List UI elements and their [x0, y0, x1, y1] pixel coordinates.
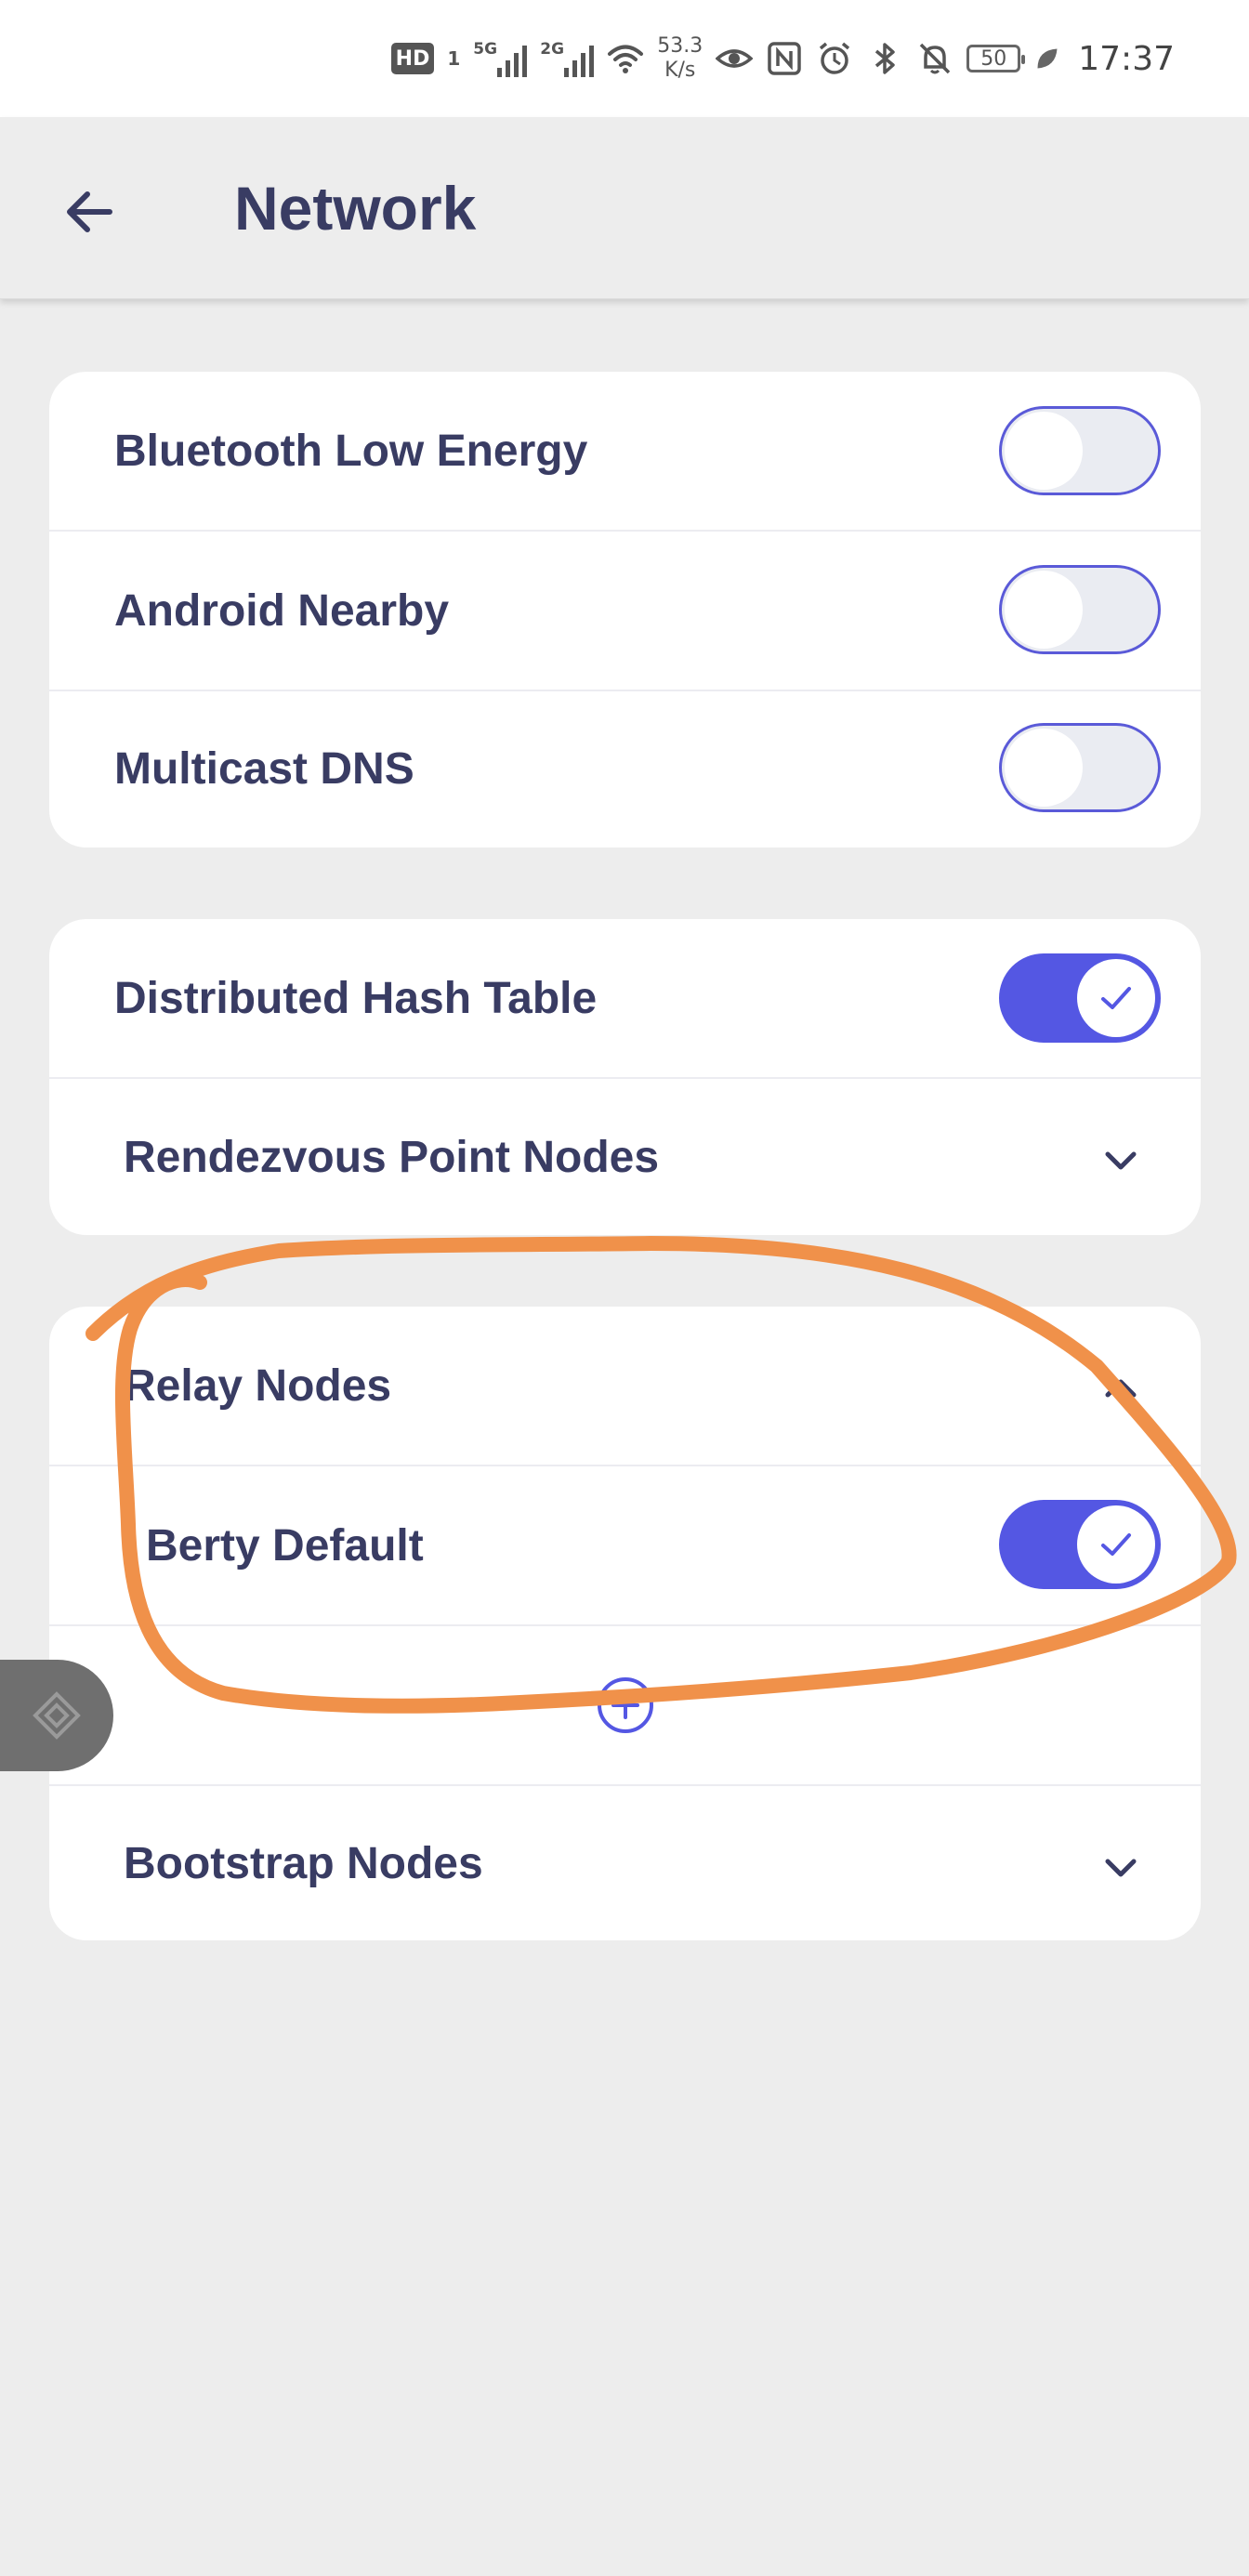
berty-default-label: Berty Default [146, 1520, 424, 1571]
sim-slot-label: 1 [447, 47, 461, 70]
berty-default-toggle[interactable] [999, 1500, 1161, 1589]
network-speed-value: 53.3 [657, 34, 703, 58]
network-speed: 53.3 K/s [657, 34, 703, 83]
status-bar: HD 1 5G 2G 53.3 K/s 50 17:37 [0, 0, 1249, 117]
status-time: 17:37 [1078, 39, 1175, 78]
bluetooth-icon [875, 43, 895, 74]
chevron-down-icon[interactable] [1095, 1842, 1147, 1894]
bootstrap-nodes-label: Bootstrap Nodes [124, 1838, 483, 1888]
relay-nodes-row[interactable]: Relay Nodes [49, 1307, 1201, 1465]
transports-card: Bluetooth Low Energy Android Nearby Mult… [49, 372, 1201, 848]
nfc-icon [768, 42, 801, 75]
relay-card: Relay Nodes Berty Default Bootstrap Node… [49, 1307, 1201, 1940]
hd-icon: HD [390, 43, 435, 74]
ble-toggle[interactable] [999, 406, 1161, 495]
android-nearby-row: Android Nearby [49, 530, 1201, 690]
toggle-knob [1005, 729, 1083, 807]
android-nearby-toggle[interactable] [999, 565, 1161, 654]
add-relay-row [49, 1624, 1201, 1784]
mdns-label: Multicast DNS [114, 743, 414, 794]
screen: HD 1 5G 2G 53.3 K/s 50 17:37 Network Blu… [0, 0, 1249, 2576]
bootstrap-nodes-row[interactable]: Bootstrap Nodes [49, 1784, 1201, 1940]
berty-default-row: Berty Default [49, 1465, 1201, 1624]
alarm-icon [820, 42, 850, 74]
eye-icon [716, 49, 754, 68]
wifi-icon [608, 45, 644, 73]
check-icon [1101, 987, 1131, 1009]
rendezvous-label: Rendezvous Point Nodes [124, 1132, 660, 1182]
dht-card: Distributed Hash Table Rendezvous Point … [49, 919, 1201, 1235]
bell-off-icon [920, 43, 951, 74]
toggle-knob [1005, 412, 1083, 490]
battery-icon: 50 [966, 45, 1026, 72]
toggle-knob [1005, 571, 1083, 649]
toggle-knob [1077, 1505, 1155, 1584]
rendezvous-row[interactable]: Rendezvous Point Nodes [49, 1077, 1201, 1235]
toggle-knob [1077, 959, 1155, 1037]
mdns-toggle[interactable] [999, 723, 1161, 812]
check-icon [1101, 1533, 1131, 1556]
dht-label: Distributed Hash Table [114, 973, 598, 1023]
ble-row: Bluetooth Low Energy [49, 372, 1201, 530]
ble-label: Bluetooth Low Energy [114, 426, 588, 476]
signal-2g-label: 2G [540, 40, 565, 59]
dht-toggle[interactable] [999, 953, 1161, 1043]
app-header: Network [0, 117, 1249, 299]
signal-5g-label: 5G [473, 40, 498, 59]
android-nearby-label: Android Nearby [114, 585, 450, 636]
network-speed-unit: K/s [664, 59, 696, 82]
chevron-down-icon[interactable] [1095, 1135, 1147, 1187]
relay-nodes-label: Relay Nodes [124, 1360, 392, 1411]
arrow-left-icon [67, 191, 112, 232]
signal-icon-2g: 2G [540, 40, 595, 77]
page-title: Network [234, 174, 477, 243]
chevron-up-icon[interactable] [1095, 1362, 1147, 1414]
leaf-icon [1037, 48, 1058, 69]
add-relay-button[interactable] [597, 1676, 654, 1734]
dht-row: Distributed Hash Table [49, 919, 1201, 1077]
plus-circle-icon [597, 1677, 653, 1733]
signal-icon-5g: 5G [473, 40, 528, 77]
back-button[interactable] [52, 175, 126, 249]
floating-dev-button[interactable] [0, 1660, 113, 1771]
mdns-row: Multicast DNS [49, 690, 1201, 846]
diamond-icon [33, 1691, 81, 1740]
